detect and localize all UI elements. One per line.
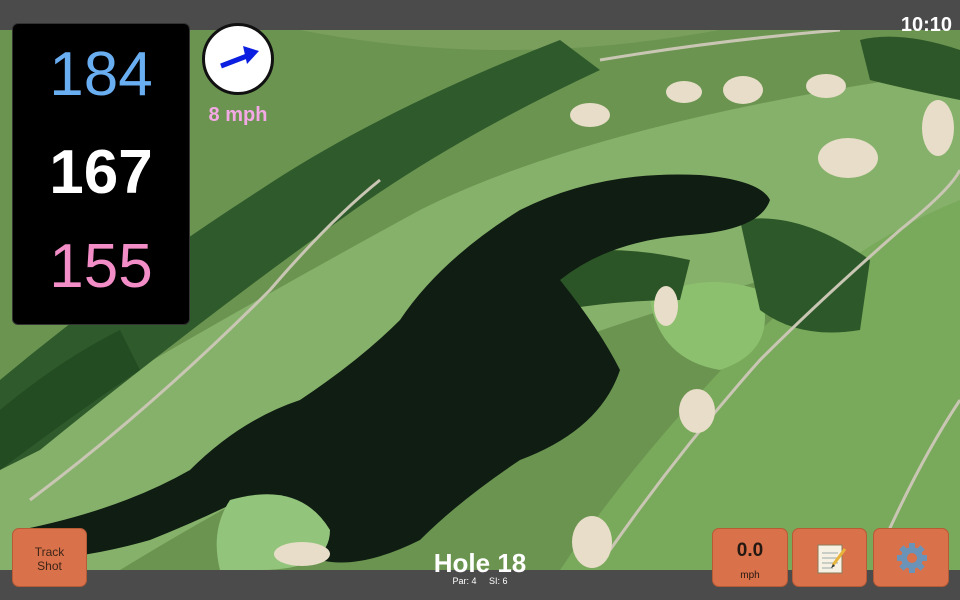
middle-yardage: 167 [49,138,153,207]
back-yardage: 184 [49,40,153,109]
hole-info: Par: 4 SI: 6 [400,576,560,586]
hole-stroke-index: SI: 6 [489,576,508,586]
notes-button[interactable] [792,528,867,587]
track-shot-label-line2: Shot [37,559,62,573]
track-shot-button[interactable]: Track Shot [12,528,87,587]
wind-speed: 8 mph [208,104,268,126]
hole-par: Par: 4 [452,576,477,586]
speed-unit: mph [740,570,760,581]
hole-title: Hole 18 [433,548,527,578]
gear-icon [897,543,927,573]
speed-button[interactable]: 0.0 mph [712,528,788,587]
settings-button[interactable] [873,528,949,587]
front-yardage: 155 [49,232,153,301]
notepad-icon [817,544,847,574]
wind-indicator [202,23,274,95]
wind-arrow-icon [220,46,259,69]
track-shot-label-line1: Track [34,545,65,559]
yardage-panel: 184 167 155 [12,23,190,325]
speed-value: 0.0 [736,540,764,561]
clock: 10:10 [900,14,952,36]
